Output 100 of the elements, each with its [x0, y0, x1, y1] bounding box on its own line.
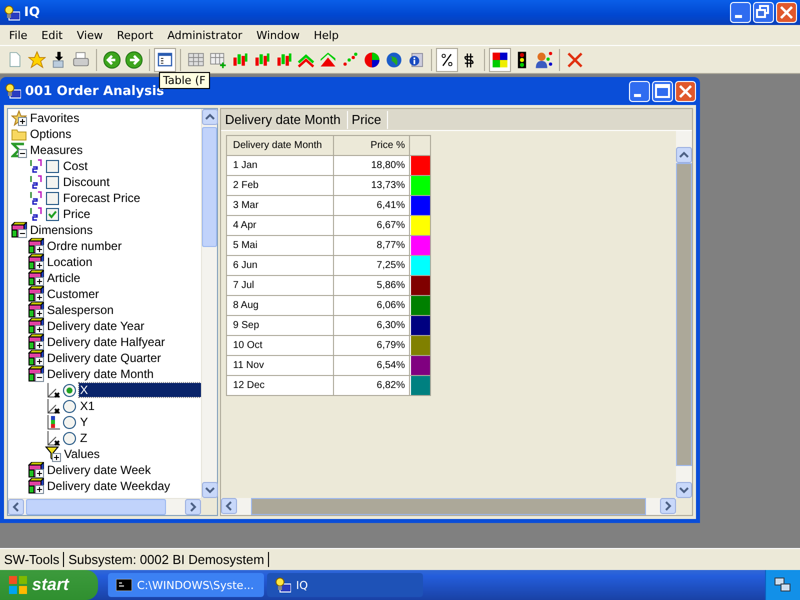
column-header[interactable]: Delivery date Month	[226, 136, 334, 156]
scroll-right-button[interactable]	[660, 498, 676, 514]
scroll-right-button[interactable]	[185, 499, 201, 515]
scroll-down-button[interactable]	[202, 482, 218, 498]
scroll-down-button[interactable]	[676, 482, 692, 498]
expand-toggle[interactable]	[52, 453, 61, 462]
tree-item[interactable]: Article	[46, 271, 82, 285]
menu-item[interactable]: View	[70, 26, 110, 44]
expand-toggle[interactable]	[35, 485, 44, 494]
number-icon	[28, 174, 44, 190]
scrollbar-thumb[interactable]	[251, 498, 646, 515]
tree-item[interactable]: Values	[63, 447, 101, 461]
menu-item[interactable]: Edit	[34, 26, 70, 44]
expand-toggle[interactable]	[35, 309, 44, 318]
tree-item[interactable]: X1	[79, 399, 96, 413]
expand-toggle[interactable]	[35, 357, 44, 366]
number-icon	[28, 190, 44, 206]
axis-icon	[45, 382, 61, 398]
collapse-toggle[interactable]	[35, 373, 44, 382]
column-header[interactable]: Price %	[334, 136, 410, 156]
close-button[interactable]	[776, 2, 797, 23]
expand-toggle[interactable]	[35, 469, 44, 478]
tree-item[interactable]: Delivery date Quarter	[46, 351, 162, 365]
tree-item[interactable]: Cost	[62, 159, 89, 173]
table-cell: 11 Nov	[226, 356, 334, 376]
collapse-toggle[interactable]	[18, 229, 27, 238]
expand-toggle[interactable]	[35, 245, 44, 254]
table-cell: 1 Jan	[226, 156, 334, 176]
checkbox[interactable]	[46, 208, 59, 220]
tree-item[interactable]: Y	[79, 415, 90, 429]
tree-item[interactable]: X	[79, 383, 201, 397]
collapse-toggle[interactable]	[18, 149, 27, 158]
taskbar-button[interactable]: C:\WINDOWS\Syste...	[108, 573, 264, 597]
tree-item[interactable]: Dimensions	[29, 223, 94, 237]
table-cell: 7 Jul	[226, 276, 334, 296]
expand-toggle[interactable]	[35, 277, 44, 286]
toolbar-button[interactable]	[489, 48, 511, 72]
tree-item[interactable]: Location	[46, 255, 94, 269]
field-button[interactable]: Delivery date Month	[221, 110, 348, 128]
info-icon	[407, 50, 425, 68]
axis-icon	[45, 430, 61, 446]
expand-toggle[interactable]	[35, 341, 44, 350]
table-cell: 5,86%	[334, 276, 410, 296]
checkbox[interactable]	[46, 192, 59, 204]
tree-item[interactable]: Customer	[46, 287, 100, 301]
maximize-button[interactable]	[652, 80, 673, 102]
bar-chart-icon	[275, 50, 293, 68]
tree-item[interactable]: Delivery date Halfyear	[46, 335, 166, 349]
restore-button[interactable]	[753, 2, 774, 23]
scroll-up-button[interactable]	[202, 109, 218, 125]
tree-item[interactable]: Ordre number	[46, 239, 123, 253]
checkbox[interactable]	[46, 176, 59, 188]
tree-item[interactable]: Price	[62, 207, 92, 221]
toolbar-button[interactable]	[154, 48, 176, 72]
tree-item[interactable]: Delivery date Weekday	[46, 479, 172, 493]
minimize-button[interactable]	[629, 80, 650, 102]
expand-toggle[interactable]	[35, 293, 44, 302]
field-button[interactable]: Price	[348, 110, 388, 128]
minimize-button[interactable]	[730, 2, 751, 23]
radio-button[interactable]	[63, 384, 76, 396]
menu-item[interactable]: Report	[110, 26, 160, 44]
tree-item[interactable]: Options	[29, 127, 72, 141]
expand-toggle[interactable]	[18, 117, 27, 126]
scrollbar-thumb[interactable]	[26, 499, 166, 515]
table-icon	[187, 50, 205, 68]
radio-button[interactable]	[63, 400, 76, 412]
scroll-left-button[interactable]	[221, 498, 237, 514]
document-icon	[5, 83, 21, 99]
start-button[interactable]: start	[0, 570, 98, 600]
axis-icon	[45, 414, 61, 430]
tree-item[interactable]: Favorites	[29, 111, 80, 125]
scroll-up-button[interactable]	[676, 147, 692, 163]
scroll-left-button[interactable]	[8, 499, 24, 515]
status-text: SW-Tools	[0, 552, 64, 567]
checkbox[interactable]	[46, 160, 59, 172]
expand-toggle[interactable]	[35, 261, 44, 270]
tree-item[interactable]: Discount	[62, 175, 111, 189]
tree-item[interactable]: Salesperson	[46, 303, 115, 317]
table-cell: 9 Sep	[226, 316, 334, 336]
toolbar-button[interactable]	[436, 48, 458, 72]
tree-item[interactable]: Delivery date Month	[46, 367, 155, 381]
menu-item[interactable]: Help	[306, 26, 346, 44]
close-button[interactable]	[675, 80, 696, 102]
menu-item[interactable]: File	[2, 26, 34, 44]
tree-item[interactable]: Delivery date Year	[46, 319, 146, 333]
table-cell: 2 Feb	[226, 176, 334, 196]
scrollbar-thumb[interactable]	[202, 127, 217, 247]
taskbar-button[interactable]: IQ	[267, 573, 423, 597]
radio-button[interactable]	[63, 416, 76, 428]
tree-item[interactable]: Z	[79, 431, 88, 445]
tree-item[interactable]: Forecast Price	[62, 191, 142, 205]
tree-item[interactable]: Delivery date Week	[46, 463, 152, 477]
star-icon	[28, 50, 46, 68]
menu-item[interactable]: Window	[249, 26, 307, 44]
tree-item[interactable]: Measures	[29, 143, 84, 157]
expand-toggle[interactable]	[35, 325, 44, 334]
radio-button[interactable]	[63, 432, 76, 444]
number-icon	[28, 206, 44, 222]
scrollbar-thumb[interactable]	[676, 163, 692, 466]
menu-item[interactable]: Administrator	[160, 26, 250, 44]
